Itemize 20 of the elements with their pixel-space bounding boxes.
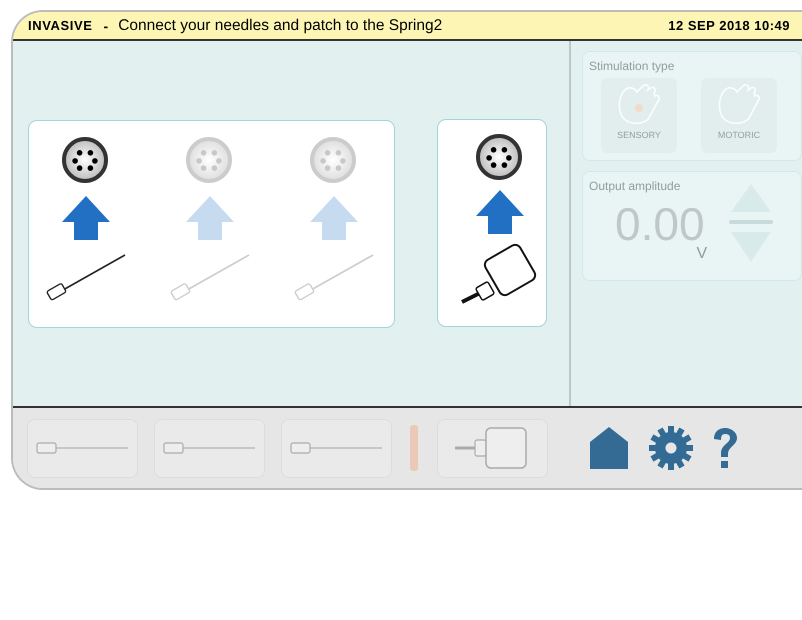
instruction-text: Connect your needles and patch to the Spring2	[118, 16, 442, 34]
slider-icon	[36, 440, 130, 456]
separator: -	[104, 18, 108, 34]
settings-icon	[649, 426, 693, 470]
settings-button[interactable]	[649, 426, 693, 470]
status-indicator	[410, 425, 418, 471]
date-time: 12 SEP 2018 10:49	[668, 18, 790, 33]
home-icon	[589, 426, 629, 470]
home-button[interactable]	[589, 426, 629, 470]
patch-button[interactable]	[437, 418, 548, 478]
slider-button[interactable]	[154, 418, 265, 478]
mode-label: INVASIVE	[28, 18, 93, 33]
slider-icon	[162, 440, 256, 456]
card-title: Stimulation type	[589, 59, 674, 73]
dash-icon	[729, 219, 774, 225]
slider-button[interactable]	[27, 418, 138, 478]
unit-label: V	[696, 245, 708, 263]
slider-button[interactable]	[281, 418, 392, 478]
slider-icon	[290, 440, 384, 456]
card-title: Output amplitude	[589, 179, 680, 193]
